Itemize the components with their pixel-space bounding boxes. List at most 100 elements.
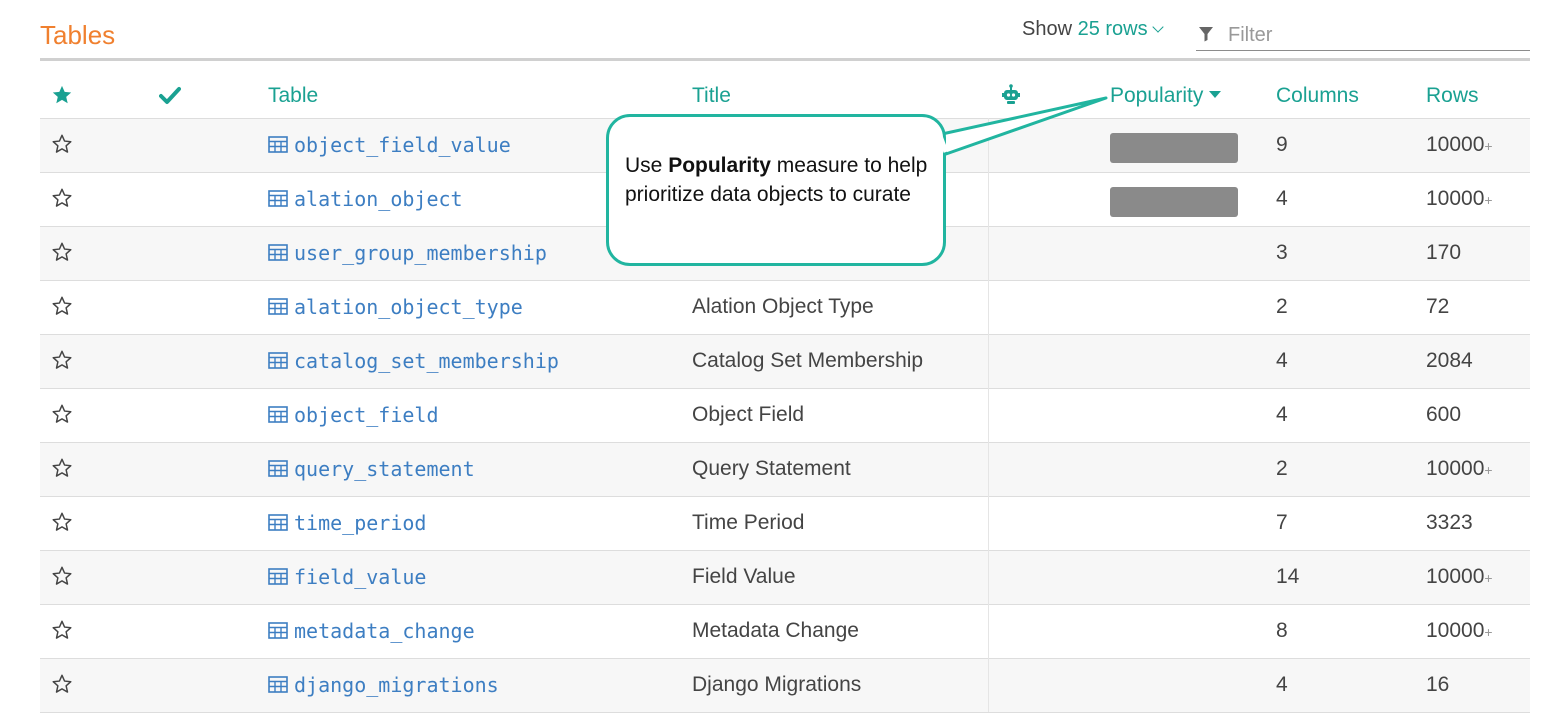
row-count-plus: +: [1484, 570, 1493, 586]
row-count-value: 10000: [1426, 457, 1485, 480]
row-count: 600: [1426, 403, 1461, 427]
column-count: 4: [1276, 403, 1288, 426]
star-outline-icon[interactable]: [51, 295, 75, 319]
row-count-value: 600: [1426, 403, 1462, 426]
row-count: 72: [1426, 295, 1449, 319]
check-icon[interactable]: [159, 86, 181, 106]
show-rows-control: Show 25 rows: [1022, 18, 1164, 41]
row-count: 10000+: [1426, 565, 1493, 589]
star-outline-icon[interactable]: [51, 511, 75, 535]
table-row[interactable]: alation_object_type Alation Object Type 2 7…: [40, 281, 1530, 334]
callout-text: Use Popularity measure to help prioritiz…: [625, 151, 941, 209]
row-count-value: 72: [1426, 295, 1450, 318]
star-filled-icon[interactable]: [51, 84, 73, 106]
table-grid-icon: [268, 619, 294, 643]
table-row[interactable]: catalog_set_membership Catalog Set Member…: [40, 335, 1530, 388]
robot-icon[interactable]: [1001, 84, 1021, 106]
filter-box: [1196, 20, 1530, 51]
star-outline-icon[interactable]: [51, 565, 75, 589]
table-title: Django Migrations: [692, 673, 862, 696]
table-name-link[interactable]: field_value: [268, 565, 426, 589]
row-count-value: 10000: [1426, 133, 1485, 156]
row-count-plus: +: [1484, 192, 1493, 208]
row-count: 16: [1426, 673, 1449, 697]
column-count: 7: [1276, 511, 1288, 534]
column-count: 4: [1276, 349, 1288, 372]
rows-per-page-select[interactable]: 25 rows: [1078, 18, 1164, 40]
star-outline-icon[interactable]: [51, 403, 75, 427]
table-name-link[interactable]: object_field_value: [268, 133, 511, 157]
row-count-value: 10000: [1426, 619, 1485, 642]
row-count-plus: +: [1484, 462, 1493, 478]
star-outline-icon[interactable]: [51, 619, 75, 643]
table-name-link[interactable]: time_period: [268, 511, 426, 535]
table-name[interactable]: alation_object_type: [294, 295, 523, 319]
column-header-rows[interactable]: Rows: [1426, 84, 1479, 108]
column-header-popularity[interactable]: Popularity: [1110, 84, 1222, 108]
table-row[interactable]: query_statement Query Statement 2 10000+: [40, 443, 1530, 496]
column-header-table[interactable]: Table: [268, 84, 318, 108]
table-name[interactable]: alation_object: [294, 187, 463, 211]
table-name[interactable]: field_value: [294, 565, 426, 589]
table-name-link[interactable]: catalog_set_membership: [268, 349, 559, 373]
table-row[interactable]: object_field Object Field 4 600: [40, 389, 1530, 442]
sort-desc-icon[interactable]: [1209, 91, 1222, 99]
table-name[interactable]: user_group_membership: [294, 241, 547, 265]
table-row[interactable]: metadata_change Metadata Change 8 10000+: [40, 605, 1530, 658]
table-name-link[interactable]: object_field: [268, 403, 439, 427]
row-count: 2084: [1426, 349, 1473, 373]
table-grid-icon: [268, 133, 294, 157]
table-title: Catalog Set Membership: [692, 349, 924, 372]
table-title: Time Period: [692, 511, 805, 534]
filter-icon: [1199, 27, 1213, 42]
star-outline-icon[interactable]: [51, 457, 75, 481]
star-outline-icon[interactable]: [51, 241, 75, 265]
table-name[interactable]: query_statement: [294, 457, 475, 481]
row-divider: [40, 712, 1530, 713]
table-name[interactable]: catalog_set_membership: [294, 349, 559, 373]
callout-prefix: Use: [625, 154, 669, 177]
column-header-columns[interactable]: Columns: [1276, 84, 1359, 108]
table-title: Metadata Change: [692, 619, 859, 642]
table-name-link[interactable]: django_migrations: [268, 673, 499, 697]
table-name[interactable]: metadata_change: [294, 619, 475, 643]
row-count: 10000+: [1426, 457, 1493, 481]
table-name-link[interactable]: user_group_membership: [268, 241, 547, 265]
column-count: 14: [1276, 565, 1300, 588]
row-count: 10000+: [1426, 187, 1493, 211]
table-grid-icon: [268, 349, 294, 373]
table-row[interactable]: field_value Field Value 14 10000+: [40, 551, 1530, 604]
table-title: Field Value: [692, 565, 796, 588]
page-title: Tables: [40, 20, 116, 50]
table-grid-icon: [268, 673, 294, 697]
table-name[interactable]: time_period: [294, 511, 426, 535]
table-name-link[interactable]: query_statement: [268, 457, 475, 481]
column-divider: [988, 118, 989, 712]
popularity-callout: Use Popularity measure to help prioritiz…: [606, 114, 946, 266]
table-name[interactable]: object_field: [294, 403, 439, 427]
table-name[interactable]: object_field_value: [294, 133, 511, 157]
filter-input[interactable]: [1228, 22, 1518, 48]
column-count: 8: [1276, 619, 1288, 642]
table-name-link[interactable]: metadata_change: [268, 619, 475, 643]
table-grid-icon: [268, 511, 294, 535]
popularity-label[interactable]: Popularity: [1110, 84, 1203, 107]
table-name-link[interactable]: alation_object: [268, 187, 463, 211]
popularity-bar: [1110, 187, 1238, 217]
table-header-row: Table Title Popularity Columns Rows: [40, 80, 1530, 118]
star-outline-icon[interactable]: [51, 349, 75, 373]
table-row[interactable]: django_migrations Django Migrations 4 16: [40, 659, 1530, 712]
table-grid-icon: [268, 241, 294, 265]
row-count-value: 16: [1426, 673, 1450, 696]
chevron-down-icon[interactable]: [1151, 21, 1164, 33]
row-count-value: 2084: [1426, 349, 1473, 372]
star-outline-icon[interactable]: [51, 133, 75, 157]
column-header-title[interactable]: Title: [692, 84, 731, 108]
star-outline-icon[interactable]: [51, 673, 75, 697]
star-outline-icon[interactable]: [51, 187, 75, 211]
table-row[interactable]: time_period Time Period 7 3323: [40, 497, 1530, 550]
row-count: 10000+: [1426, 619, 1493, 643]
rows-per-page-value[interactable]: 25 rows: [1078, 18, 1148, 40]
table-name[interactable]: django_migrations: [294, 673, 499, 697]
table-name-link[interactable]: alation_object_type: [268, 295, 523, 319]
